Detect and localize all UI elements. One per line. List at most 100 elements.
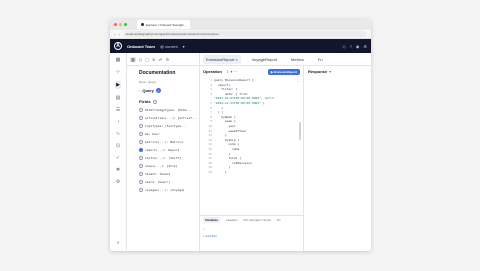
field-name: fuelTypes: [FuelType... (145, 124, 187, 128)
breadcrumb[interactable]: Root › Query (127, 76, 199, 84)
select-all-checkbox[interactable] (152, 99, 157, 104)
editor-scrollbar[interactable] (299, 122, 301, 140)
variables-tab[interactable]: Variables (203, 217, 221, 223)
graph-variant[interactable]: @ current (160, 44, 178, 49)
diamond-icon[interactable]: ◇ (343, 44, 346, 49)
field-checkbox[interactable] (139, 132, 143, 136)
run-button[interactable]: ▶ EmissionReport (267, 68, 300, 75)
grid-icon[interactable]: ▦ (116, 57, 121, 63)
operation-header: Operation ⇩ ▾ ⋯ ▶ EmissionReport (200, 66, 303, 77)
variables-tab[interactable]: Headers (226, 218, 237, 222)
history-icon[interactable]: ◷ (139, 57, 143, 62)
expand-icon[interactable]: » (117, 240, 120, 246)
forward-arrow-icon[interactable]: › (118, 32, 119, 37)
field-checkbox[interactable] (139, 124, 143, 128)
variables-tab[interactable]: Pre-Operation Script (244, 218, 271, 222)
response-header[interactable]: Response ▾ (304, 66, 371, 77)
line-number: 20 (208, 169, 212, 174)
field-item[interactable]: shifts(...): [Shift] (127, 154, 199, 162)
checks-icon[interactable]: ☰ (116, 107, 120, 113)
help-icon[interactable]: ? (350, 44, 352, 49)
fields-header[interactable]: Fields (127, 93, 199, 106)
response-panel: Response ▾ (304, 66, 371, 251)
pulse-icon[interactable]: ∿ (116, 131, 120, 137)
studio-header: A Onboard Team @ current ▾ ◇ ? ◉ ⚙ (110, 39, 371, 53)
panel-settings-icon[interactable]: ⚙ (165, 57, 169, 62)
settings-icon[interactable]: ⚙ (363, 44, 367, 49)
field-checkbox[interactable] (139, 180, 143, 184)
changelog-icon[interactable]: ▤ (116, 95, 121, 101)
field-list: DCSStrategyTypes: [DCSS... activeTiles(..… (127, 106, 199, 194)
run-button-label: EmissionReport (273, 69, 297, 74)
field-item[interactable]: metrics(...): Metrics (127, 138, 199, 146)
field-checkbox[interactable] (139, 140, 143, 144)
field-item[interactable]: voyages(...): [Voyage] (127, 186, 199, 194)
side-navigation: ▦ ⊹ ▶ ▤ ☰ ◔ ∿ ⊡ ✓ ❖ ⚙ » (110, 53, 127, 251)
docs-view-icon[interactable]: ▥ (130, 56, 136, 62)
response-chevron-icon[interactable]: ▾ (329, 69, 331, 74)
operation-tab[interactable]: VoyageReport (249, 55, 280, 64)
browser-tab[interactable]: Explorer | Onboard Team@c... (137, 20, 191, 29)
fields-label: Fields (139, 99, 151, 104)
field-item[interactable]: fuelTypes: [FuelType... (127, 122, 199, 130)
operation-tabs: EmissionReport × VoyageReport Metrics Fu (200, 53, 371, 66)
field-item[interactable]: tenant: Tenant (127, 170, 199, 178)
minimize-window-icon[interactable] (119, 23, 122, 26)
graph-name[interactable]: Onboard Team (127, 44, 155, 49)
field-checkbox[interactable] (139, 116, 143, 120)
field-checkbox[interactable] (139, 164, 143, 168)
field-name: DCSStrategyTypes: [DCSS... (145, 108, 192, 112)
variables-body[interactable]: 1 + Add files (200, 224, 303, 251)
field-item[interactable]: activeTiles(...): [ActiveT... (127, 114, 199, 122)
back-arrow-icon[interactable]: ‹ (114, 32, 115, 37)
field-item[interactable]: report(...): Report (127, 146, 199, 154)
add-files-button[interactable]: + Add files (203, 234, 300, 238)
header-actions: ◇ ? ◉ ⚙ (343, 44, 367, 49)
field-name: me: User (145, 132, 160, 136)
field-name: shifts(...): [Shift] (145, 156, 182, 160)
more-options-icon[interactable]: ⋯ (297, 79, 299, 83)
operation-tab[interactable]: Fu (315, 55, 326, 64)
schema-icon[interactable]: ⊹ (116, 69, 120, 75)
embed-icon[interactable]: ☍ (158, 57, 162, 62)
main-area: EmissionReport × VoyageReport Metrics Fu Op… (200, 53, 371, 251)
field-name: activeTiles(...): [ActiveT... (145, 116, 198, 120)
field-item[interactable]: ships(...): [Ship] (127, 162, 199, 170)
explorer-icon[interactable]: ▶ (115, 81, 121, 89)
settings-nav-icon[interactable]: ⚙ (116, 179, 120, 185)
field-item[interactable]: me: User (127, 130, 199, 138)
field-checkbox[interactable] (139, 108, 143, 112)
operation-tab[interactable]: EmissionReport × (203, 54, 241, 64)
url-field[interactable]: studio.apollographql.com/graph/onboard-t… (122, 31, 367, 37)
insights-icon[interactable]: ◔ (116, 119, 119, 125)
field-checkbox[interactable] (139, 188, 143, 192)
field-checkbox[interactable] (139, 156, 143, 160)
close-window-icon[interactable] (114, 23, 117, 26)
field-item[interactable]: users: [User!] (127, 178, 199, 186)
user-icon[interactable]: ◉ (356, 44, 360, 49)
apollo-logo-icon[interactable]: A (114, 42, 122, 50)
code-line[interactable]: } (214, 170, 303, 175)
operation-tab[interactable]: Metrics (288, 55, 307, 64)
docs-toolbar: ▥ ◷ ▢ ⊕ ☍ ⚙ (127, 53, 199, 66)
code-editor[interactable]: 1 2 3 4 5 6 7 8 9 10 11 12 13 14 15 16 17 18 19 20 query Em… (200, 77, 303, 215)
panels: Operation ⇩ ▾ ⋯ ▶ EmissionReport 1234567… (200, 66, 371, 251)
field-checkbox[interactable] (139, 148, 143, 152)
clients-icon[interactable]: ⊡ (116, 143, 120, 149)
docs-title: Documentation (139, 70, 176, 76)
query-type-row[interactable]: ‹ Query ✓ (127, 84, 199, 93)
operation-tools[interactable]: ⇩ ▾ ⋯ (226, 69, 238, 74)
field-checkbox[interactable] (139, 172, 143, 176)
variables-tabs: Variables Headers Pre-Operation Script Po (200, 215, 303, 224)
subgraphs-icon[interactable]: ❖ (116, 167, 120, 173)
maximize-window-icon[interactable] (124, 23, 127, 26)
explorer-app: ▦ ⊹ ▶ ▤ ☰ ◔ ∿ ⊡ ✓ ❖ ⚙ » ▥ ◷ ▢ ⊕ ☍ ⚙ Docu… (110, 53, 371, 251)
field-item[interactable]: DCSStrategyTypes: [DCSS... (127, 106, 199, 114)
code-content[interactable]: query EmissionReport { report( filter: {… (214, 77, 303, 215)
line-numbers: 1 2 3 4 5 6 7 8 9 10 11 12 13 14 15 16 17 18 19 20 (200, 77, 214, 215)
preflight-icon[interactable]: ⊕ (152, 57, 155, 62)
variant-chevron-icon[interactable]: ▾ (183, 44, 185, 49)
variables-tab[interactable]: Po (277, 218, 281, 222)
collections-icon[interactable]: ▢ (145, 57, 149, 62)
launches-icon[interactable]: ✓ (116, 155, 120, 161)
